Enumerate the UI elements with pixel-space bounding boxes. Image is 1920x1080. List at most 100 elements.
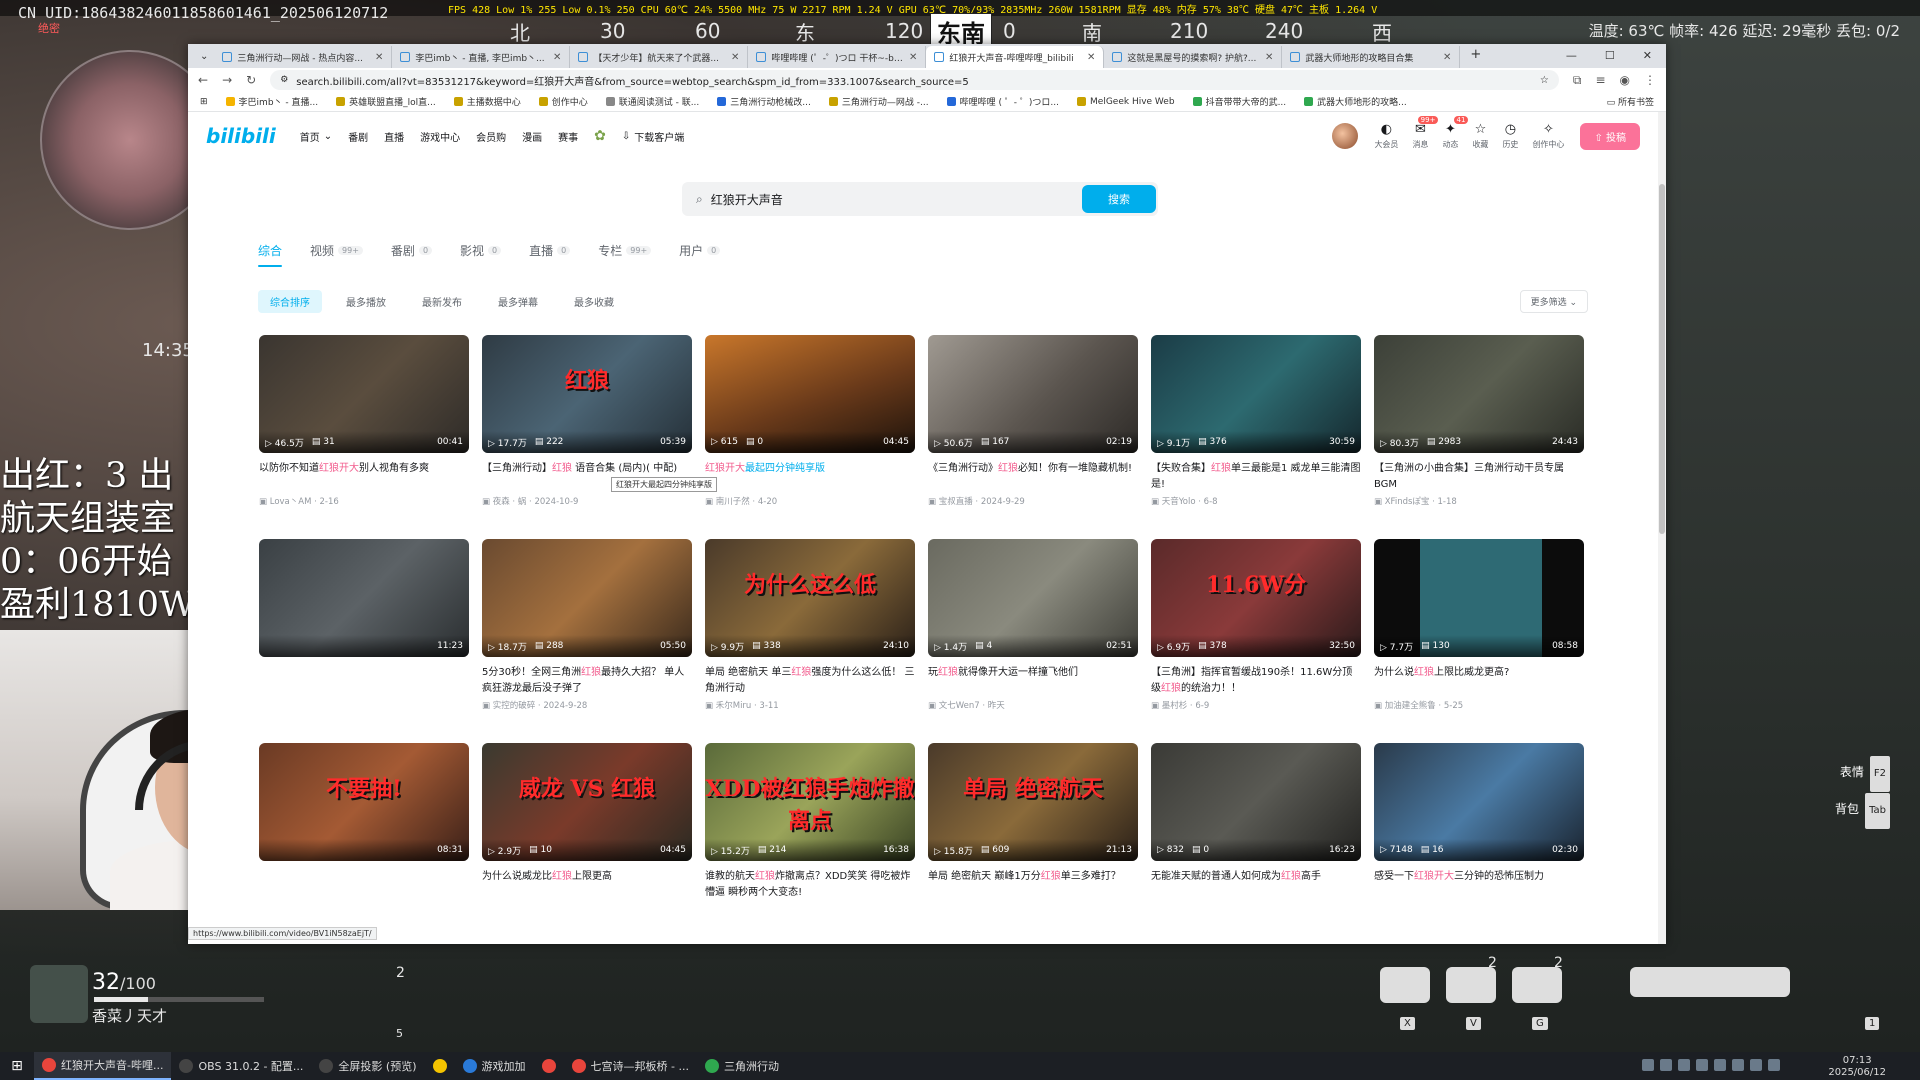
video-thumbnail[interactable]: ▷ 7.7万 ▤ 130 08:58 bbox=[1374, 539, 1584, 657]
bookmark-item[interactable]: 英雄联盟直播_lol直... bbox=[336, 95, 436, 108]
video-title[interactable]: 玩红狼就得像开大运一样撞飞他们 bbox=[928, 665, 1138, 697]
download-client-link[interactable]: ⇩ 下载客户端 bbox=[622, 129, 684, 144]
video-card[interactable]: 威龙 VS 红狼 ▷ 2.9万 ▤ 10 04:45 为什么说威龙比红狼上限更高 bbox=[482, 743, 692, 944]
bookmark-item[interactable]: 李巴imb丶 - 直播... bbox=[225, 95, 318, 108]
video-title[interactable]: 红狼开大最起四分钟纯享版 bbox=[705, 461, 915, 493]
minimize-icon[interactable]: — bbox=[1566, 49, 1577, 62]
video-meta[interactable]: ▣ 南川子然 · 4-20 bbox=[705, 495, 915, 507]
nav-item[interactable]: 番剧 bbox=[348, 129, 368, 144]
video-meta[interactable]: ▣ 禾尔Miru · 3-11 bbox=[705, 699, 915, 711]
nav-item[interactable]: 漫画 bbox=[522, 129, 542, 144]
bookmark-item[interactable]: 创作中心 bbox=[538, 95, 588, 108]
video-card[interactable]: ▷ 7148 ▤ 16 02:30 感受一下红狼开大三分钟的恐怖压制力 bbox=[1374, 743, 1584, 944]
video-card[interactable]: ▷ 9.1万 ▤ 376 30:59 【失败合集】红狼单三最能是1 威龙单三能清图是!… bbox=[1151, 335, 1361, 539]
video-card[interactable]: 不要抽! 08:31 bbox=[259, 743, 469, 944]
taskbar-clock[interactable]: 07:13 2025/06/12 bbox=[1828, 1055, 1886, 1079]
header-nav-1[interactable]: ✉ 消息 99+ bbox=[1412, 116, 1439, 150]
browser-tab[interactable]: 红狼开大声音-哔哩哔哩_bilibili ✕ bbox=[926, 46, 1105, 68]
nav-item[interactable]: 赛事 bbox=[558, 129, 578, 144]
tab-close-icon[interactable]: ✕ bbox=[909, 52, 917, 63]
browser-tab[interactable]: 哔哩哔哩 (゜-゜)つロ 干杯~-bi... ✕ bbox=[748, 46, 927, 68]
nav-item[interactable]: 会员购 bbox=[476, 129, 506, 144]
sort-option[interactable]: 综合排序 bbox=[258, 290, 322, 313]
taskbar-app[interactable]: 游戏加加 bbox=[455, 1052, 534, 1080]
header-nav-4[interactable]: ◷ 历史 bbox=[1502, 122, 1518, 150]
video-title[interactable]: 单局 绝密航天 单三红狼强度为什么这么低！ 三角洲行动 bbox=[705, 665, 915, 697]
video-card[interactable]: 单局 绝密航天 ▷ 15.8万 ▤ 609 21:13 单局 绝密航天 巅峰1万分红狼单… bbox=[928, 743, 1138, 944]
video-thumbnail[interactable]: ▷ 80.3万 ▤ 2983 24:43 bbox=[1374, 335, 1584, 453]
video-thumbnail[interactable]: ▷ 7148 ▤ 16 02:30 bbox=[1374, 743, 1584, 861]
bookmark-item[interactable]: 三角洲行动—网战 -... bbox=[828, 95, 929, 108]
media-icon[interactable]: ≡ bbox=[1595, 73, 1605, 87]
video-thumbnail[interactable]: ▷ 18.7万 ▤ 288 05:50 bbox=[482, 539, 692, 657]
video-thumbnail[interactable]: 威龙 VS 红狼 ▷ 2.9万 ▤ 10 04:45 bbox=[482, 743, 692, 861]
tab-close-icon[interactable]: ✕ bbox=[553, 52, 561, 63]
browser-tab[interactable]: 三角洲行动—网战 - 热点内容... ✕ bbox=[214, 46, 393, 68]
taskbar-app[interactable]: 七宫诗—邦板桥 - ... bbox=[564, 1052, 697, 1080]
video-title[interactable]: 谁教的航天红狼炸撤离点？XDD笑笑 得吃被炸懵逼 瞬秒两个大变态! bbox=[705, 869, 915, 901]
video-card[interactable]: ▷ 80.3万 ▤ 2983 24:43 【三角洲の小曲合集】三角洲行动干员专属BGM… bbox=[1374, 335, 1584, 539]
extensions-icon[interactable]: ⧉ bbox=[1573, 73, 1582, 88]
video-card[interactable]: ▷ 7.7万 ▤ 130 08:58 为什么说红狼上限比威龙更高? ▣ 加油建全熊鲁 ·… bbox=[1374, 539, 1584, 743]
tab-close-icon[interactable]: ✕ bbox=[1265, 52, 1273, 63]
video-meta[interactable]: ▣ 夜森 · 蜗 · 2024-10-9 bbox=[482, 495, 692, 507]
bookmark-item[interactable]: 哔哩哔哩 ( ゜- ゜)つロ... bbox=[946, 95, 1059, 108]
video-meta[interactable]: ▣ 天音Yolo · 6-8 bbox=[1151, 495, 1361, 507]
video-thumbnail[interactable]: ▷ 1.4万 ▤ 4 02:51 bbox=[928, 539, 1138, 657]
video-thumbnail[interactable]: ▷ 615 ▤ 0 04:45 bbox=[705, 335, 915, 453]
video-thumbnail[interactable]: ▷ 832 ▤ 0 16:23 bbox=[1151, 743, 1361, 861]
sort-option[interactable]: 最多播放 bbox=[334, 290, 398, 313]
tab-3[interactable]: 影视 0 bbox=[460, 242, 502, 267]
header-nav-0[interactable]: ◐ 大会员 bbox=[1374, 122, 1398, 150]
tray-icon[interactable] bbox=[1642, 1059, 1654, 1071]
video-card[interactable]: ▷ 1.4万 ▤ 4 02:51 玩红狼就得像开大运一样撞飞他们 ▣ 文七Wen7 · … bbox=[928, 539, 1138, 743]
sort-option[interactable]: 最新发布 bbox=[410, 290, 474, 313]
video-title[interactable]: 单局 绝密航天 巅峰1万分红狼单三多难打？ bbox=[928, 869, 1138, 901]
tab-close-icon[interactable]: ✕ bbox=[731, 52, 739, 63]
back-icon[interactable]: ← bbox=[198, 73, 208, 87]
video-title[interactable]: 为什么说红狼上限比威龙更高? bbox=[1374, 665, 1584, 697]
tab-1[interactable]: 视频 99+ bbox=[310, 242, 363, 267]
search-button[interactable]: 搜索 bbox=[1082, 185, 1156, 213]
bookmark-star-icon[interactable]: ☆ bbox=[1540, 75, 1549, 86]
game-mascot-icon[interactable]: ✿ bbox=[594, 128, 606, 144]
tab-close-icon[interactable]: ✕ bbox=[375, 52, 383, 63]
tab-search-icon[interactable]: ⌄ bbox=[194, 51, 214, 68]
reload-icon[interactable]: ↻ bbox=[246, 73, 256, 87]
bookmark-item[interactable]: MelGeek Hive Web bbox=[1077, 95, 1175, 108]
video-thumbnail[interactable]: 不要抽! 08:31 bbox=[259, 743, 469, 861]
maximize-icon[interactable]: ☐ bbox=[1605, 49, 1615, 62]
taskbar-app[interactable] bbox=[425, 1052, 455, 1080]
apps-icon[interactable]: ⊞ bbox=[200, 97, 208, 107]
tab-5[interactable]: 专栏 99+ bbox=[598, 242, 652, 267]
video-card[interactable]: ▷ 50.6万 ▤ 167 02:19 《三角洲行动》红狼必知！你有一堆隐藏机制! ▣ … bbox=[928, 335, 1138, 539]
tab-close-icon[interactable]: ✕ bbox=[1087, 52, 1095, 63]
video-meta[interactable]: ▣ 宝叔直播 · 2024-9-29 bbox=[928, 495, 1138, 507]
taskbar-app[interactable]: 红狼开大声音-哔哩... bbox=[34, 1052, 172, 1080]
video-title[interactable]: 无能准天赋的普通人如何成为红狼高手 bbox=[1151, 869, 1361, 901]
new-tab-button[interactable]: + bbox=[1460, 47, 1491, 68]
video-title[interactable]: 为什么说威龙比红狼上限更高 bbox=[482, 869, 692, 901]
video-card[interactable]: XDD被红狼手炮炸撤离点 ▷ 15.2万 ▤ 214 16:38 谁教的航天红狼炸撤离点… bbox=[705, 743, 915, 944]
video-thumbnail[interactable]: 红狼 ▷ 17.7万 ▤ 222 05:39 bbox=[482, 335, 692, 453]
video-meta[interactable]: ▣ 文七Wen7 · 昨天 bbox=[928, 699, 1138, 711]
windows-start-icon[interactable]: ⊞ bbox=[0, 1052, 34, 1080]
video-thumbnail[interactable]: 11.6W分 ▷ 6.9万 ▤ 378 32:50 bbox=[1151, 539, 1361, 657]
video-thumbnail[interactable]: XDD被红狼手炮炸撤离点 ▷ 15.2万 ▤ 214 16:38 bbox=[705, 743, 915, 861]
tab-4[interactable]: 直播 0 bbox=[529, 242, 571, 267]
video-thumbnail[interactable]: 单局 绝密航天 ▷ 15.8万 ▤ 609 21:13 bbox=[928, 743, 1138, 861]
close-window-icon[interactable]: ✕ bbox=[1643, 49, 1652, 62]
taskbar-app[interactable] bbox=[534, 1052, 564, 1080]
video-title[interactable]: 【三角洲】指挥官暂缓战190杀！11.6W分顶级红狼的统治力！！ bbox=[1151, 665, 1361, 697]
tab-0[interactable]: 综合 bbox=[258, 242, 283, 267]
video-title[interactable]: 以防你不知道红狼开大别人视角有多爽 bbox=[259, 461, 469, 493]
video-title[interactable] bbox=[259, 665, 469, 697]
video-card[interactable]: ▷ 832 ▤ 0 16:23 无能准天赋的普通人如何成为红狼高手 bbox=[1151, 743, 1361, 944]
header-nav-5[interactable]: ✧ 创作中心 bbox=[1532, 122, 1564, 150]
bilibili-logo[interactable]: bilibili bbox=[206, 124, 276, 148]
tray-icon[interactable] bbox=[1678, 1059, 1690, 1071]
search-input[interactable]: 红狼开大声音 bbox=[711, 191, 783, 208]
sort-option[interactable]: 最多收藏 bbox=[562, 290, 626, 313]
forward-icon[interactable]: → bbox=[222, 73, 232, 87]
taskbar-app[interactable]: OBS 31.0.2 - 配置... bbox=[171, 1052, 311, 1080]
